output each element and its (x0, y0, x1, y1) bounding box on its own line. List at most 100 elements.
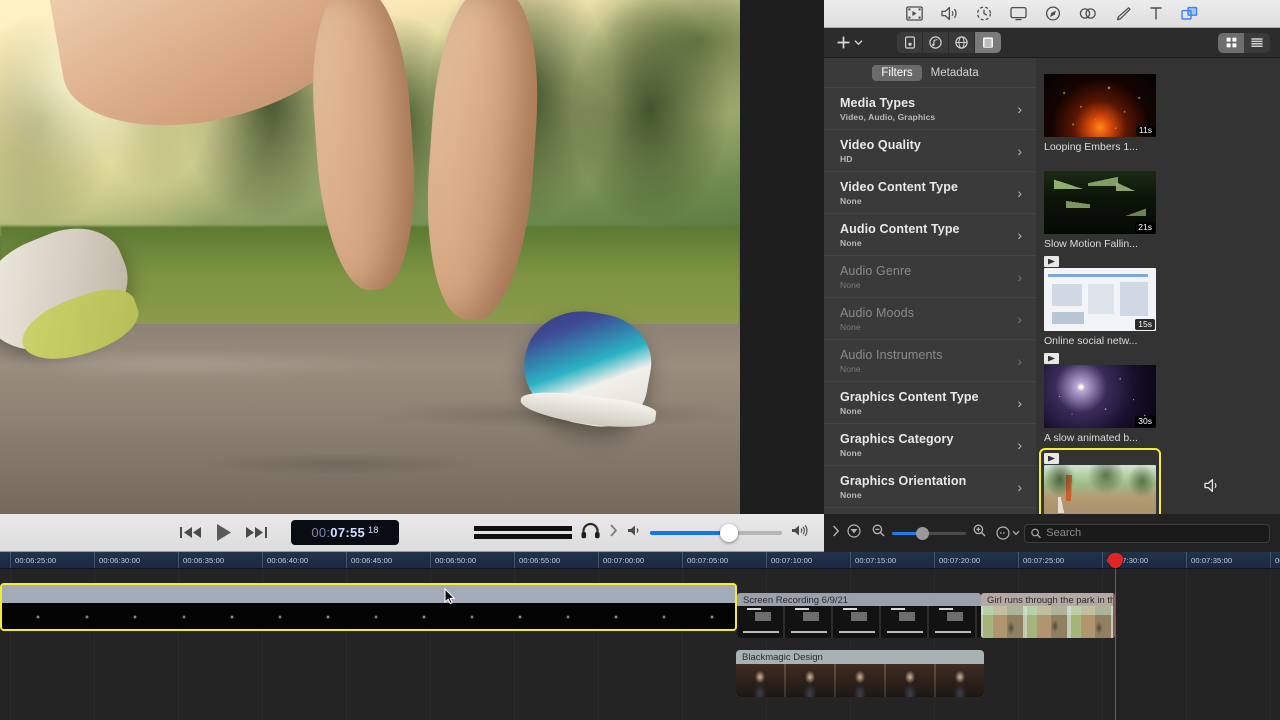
timeline-search-box[interactable] (1024, 523, 1270, 543)
zoom-in-icon[interactable] (973, 524, 986, 542)
play-button[interactable] (214, 523, 233, 542)
chevron-right-icon[interactable]: › (1017, 354, 1022, 368)
media-thumbnail[interactable]: 11s (1044, 74, 1156, 137)
screen-recording-clip[interactable]: Screen Recording 6/9/21 (737, 593, 981, 638)
audio-icon[interactable] (941, 6, 958, 21)
volume-slider-knob[interactable] (720, 523, 739, 542)
text-tool-icon[interactable] (1149, 6, 1163, 21)
media-item[interactable]: 15s Online social netw... (1044, 256, 1156, 347)
filter-row-graphics-content-type[interactable]: Graphics Content Type None › (824, 382, 1036, 424)
chevron-right-icon[interactable]: › (1017, 228, 1022, 242)
filter-row-value: None (840, 406, 862, 416)
timeline-gridline (766, 569, 767, 720)
girl-runs-clip[interactable]: Girl runs through the park in the (981, 593, 1115, 638)
timeline-playhead[interactable] (1108, 552, 1123, 720)
chevron-right-icon[interactable]: › (1017, 480, 1022, 494)
media-item[interactable]: 30s A slow animated b... (1044, 353, 1156, 444)
tab-filters[interactable]: Filters (872, 65, 922, 81)
filter-row-audio-moods[interactable]: Audio Moods None › (824, 298, 1036, 340)
filter-row-graphics-category[interactable]: Graphics Category None › (824, 424, 1036, 466)
filter-row-graphics-orientation[interactable]: Graphics Orientation None › (824, 466, 1036, 508)
inspector-toolbar (824, 0, 1280, 28)
chevron-right-icon[interactable]: › (1017, 144, 1022, 158)
chevron-right-icon[interactable]: › (1017, 396, 1022, 410)
media-source-segments (897, 32, 1001, 53)
audio-media-item[interactable] (1168, 478, 1280, 514)
media-browser-icon[interactable] (906, 6, 923, 21)
zoom-out-icon[interactable] (872, 524, 885, 542)
go-to-end-button[interactable] (245, 526, 267, 539)
add-button[interactable] (836, 35, 863, 50)
media-label: Slow Motion Fallin... (1044, 238, 1138, 250)
filter-row-value: None (840, 490, 862, 500)
primary-storyline-clip[interactable] (0, 583, 737, 631)
chevron-right-icon[interactable] (832, 524, 840, 542)
chevron-right-icon[interactable]: › (1017, 102, 1022, 116)
timeline-zoom-slider[interactable] (892, 526, 966, 540)
list-view-icon[interactable] (1244, 33, 1270, 53)
timeline-track-area[interactable]: Screen Recording 6/9/21 Girl runs throug… (0, 569, 1280, 720)
media-thumbnail[interactable]: 30s (1044, 365, 1156, 428)
clip-appearance-icon[interactable] (996, 526, 1020, 540)
filter-row-media-types[interactable]: Media Types Video, Audio, Graphics › (824, 87, 1036, 130)
blackmagic-filmstrip (736, 664, 984, 697)
clip-title: Blackmagic Design (742, 652, 823, 663)
film-clip-icon (1044, 453, 1059, 464)
chevron-right-icon[interactable]: › (1017, 270, 1022, 284)
media-thumbnail[interactable]: 20s (1044, 465, 1156, 514)
filter-row-video-content-type[interactable]: Video Content Type None › (824, 172, 1036, 214)
chevron-right-icon[interactable] (609, 523, 618, 542)
ruler-tick: 00:06:25:00 (10, 552, 56, 568)
video-viewer[interactable] (0, 0, 740, 514)
tab-metadata[interactable]: Metadata (922, 65, 988, 81)
chevron-right-icon[interactable]: › (1017, 438, 1022, 452)
filter-row-audio-content-type[interactable]: Audio Content Type None › (824, 214, 1036, 256)
media-item[interactable]: 20sGirl runs through t... (1039, 448, 1161, 514)
filter-row-video-quality[interactable]: Video Quality HD › (824, 130, 1036, 172)
view-mode-toggle (1218, 32, 1270, 53)
photos-icon[interactable] (897, 32, 923, 53)
timecode-display[interactable]: 00:07:55 18 (291, 520, 399, 545)
stock-media-icon[interactable] (975, 32, 1001, 53)
filter-row-audio-genre[interactable]: Audio Genre None › (824, 256, 1036, 298)
media-thumbnail[interactable]: 21s (1044, 171, 1156, 234)
media-duration: 11s (1135, 125, 1155, 136)
volume-slider[interactable] (650, 523, 782, 542)
timeline-panel[interactable]: 00:06:25:00 00:06:30:00 00:06:35:00 00:06:4… (0, 552, 1280, 720)
filter-row-title: Audio Genre (840, 264, 912, 278)
timeline-toolbar (824, 514, 1280, 552)
chevron-right-icon[interactable]: › (1017, 186, 1022, 200)
titles-transitions-icon[interactable] (976, 6, 992, 21)
keyframe-layers-icon[interactable] (1181, 6, 1198, 21)
timeline-index-icon[interactable] (847, 523, 861, 543)
filter-row-value: None (840, 196, 862, 206)
search-icon (1031, 528, 1041, 538)
ruler-tick: 00:06:30:00 (94, 552, 140, 568)
timeline-zoom-knob[interactable] (916, 526, 930, 540)
media-browser-grid[interactable]: 11s Looping Embers 1... 21s Slow Motion Fal… (1036, 58, 1280, 514)
timecode-frames: 18 (368, 524, 379, 535)
timeline-ruler[interactable]: 00:06:25:00 00:06:30:00 00:06:35:00 00:06:4… (0, 552, 1280, 569)
pencil-icon[interactable] (1115, 6, 1131, 21)
blackmagic-design-clip[interactable]: Blackmagic Design (736, 650, 984, 697)
giphy-icon[interactable] (949, 32, 975, 53)
filter-row-value: None (840, 364, 861, 374)
media-thumbnail[interactable]: 15s (1044, 268, 1156, 331)
chevron-right-icon[interactable]: › (1017, 312, 1022, 326)
headphones-icon[interactable] (581, 522, 600, 544)
display-icon[interactable] (1010, 6, 1027, 21)
media-item[interactable]: 11s Looping Embers 1... (1044, 62, 1156, 153)
media-label: A slow animated b... (1044, 432, 1138, 444)
filter-row-audio-instruments[interactable]: Audio Instruments None › (824, 340, 1036, 382)
media-item[interactable]: 21s Slow Motion Fallin... (1044, 159, 1156, 250)
go-to-start-button[interactable] (180, 526, 202, 539)
search-input[interactable] (1046, 527, 1263, 539)
music-icon[interactable] (923, 32, 949, 53)
timeline-gridline (934, 569, 935, 720)
filter-row-title: Graphics Content Type (840, 390, 979, 404)
effects-icon[interactable] (1079, 6, 1097, 21)
audio-waveform-icon (1204, 478, 1280, 498)
color-board-icon[interactable] (1045, 6, 1061, 21)
grid-view-icon[interactable] (1218, 32, 1244, 53)
transport-right-controls (474, 522, 824, 544)
